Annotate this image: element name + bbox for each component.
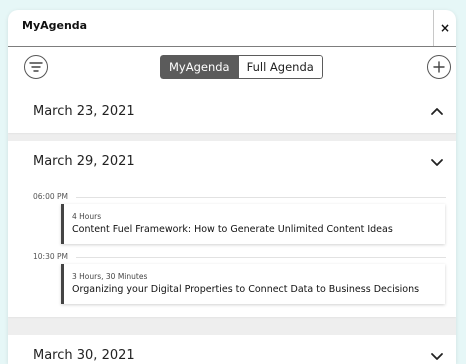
chevron-down-icon[interactable] — [430, 349, 444, 363]
agenda-view-toggle: MyAgenda Full Agenda — [160, 55, 323, 79]
day-header[interactable]: March 30, 2021 — [8, 335, 456, 364]
window-title: MyAgenda — [22, 19, 88, 32]
day-header[interactable]: March 29, 2021 — [8, 141, 456, 183]
agenda-toolbar: MyAgenda Full Agenda — [8, 47, 456, 91]
agenda-panel: MyAgenda × MyAgenda Full Agenda March 23… — [8, 10, 456, 364]
session-duration: 4 Hours — [72, 212, 102, 221]
plus-icon — [433, 61, 445, 73]
close-button[interactable]: × — [433, 10, 456, 46]
session-card[interactable]: 3 Hours, 30 Minutes Organizing your Digi… — [61, 264, 445, 304]
add-button[interactable] — [427, 55, 451, 79]
chevron-down-icon[interactable] — [430, 155, 444, 169]
agenda-list: March 23, 2021 March 29, 2021 06:00 PM 4… — [8, 91, 456, 364]
day-date: March 30, 2021 — [33, 348, 135, 363]
session-card[interactable]: 4 Hours Content Fuel Framework: How to G… — [61, 204, 445, 244]
session-title: Content Fuel Framework: How to Generate … — [72, 224, 393, 235]
time-slot-label: 10:30 PM — [33, 252, 68, 261]
day-section: March 23, 2021 — [8, 91, 456, 133]
filter-button[interactable] — [24, 55, 48, 79]
session-title: Organizing your Digital Properties to Co… — [72, 284, 420, 295]
filter-lines-icon — [29, 62, 43, 72]
day-date: March 29, 2021 — [33, 154, 135, 169]
time-divider — [76, 257, 446, 258]
day-section: March 29, 2021 06:00 PM 4 Hours Content … — [8, 141, 456, 317]
session-duration: 3 Hours, 30 Minutes — [72, 272, 148, 281]
day-date: March 23, 2021 — [33, 104, 135, 119]
tab-myagenda[interactable]: MyAgenda — [160, 55, 239, 79]
time-divider — [76, 197, 446, 198]
day-section: March 30, 2021 — [8, 335, 456, 364]
time-slot-label: 06:00 PM — [33, 192, 68, 201]
window-titlebar: MyAgenda × — [8, 10, 456, 47]
tab-full-agenda[interactable]: Full Agenda — [238, 55, 323, 79]
day-header[interactable]: March 23, 2021 — [8, 91, 456, 133]
chevron-up-icon[interactable] — [430, 105, 444, 119]
